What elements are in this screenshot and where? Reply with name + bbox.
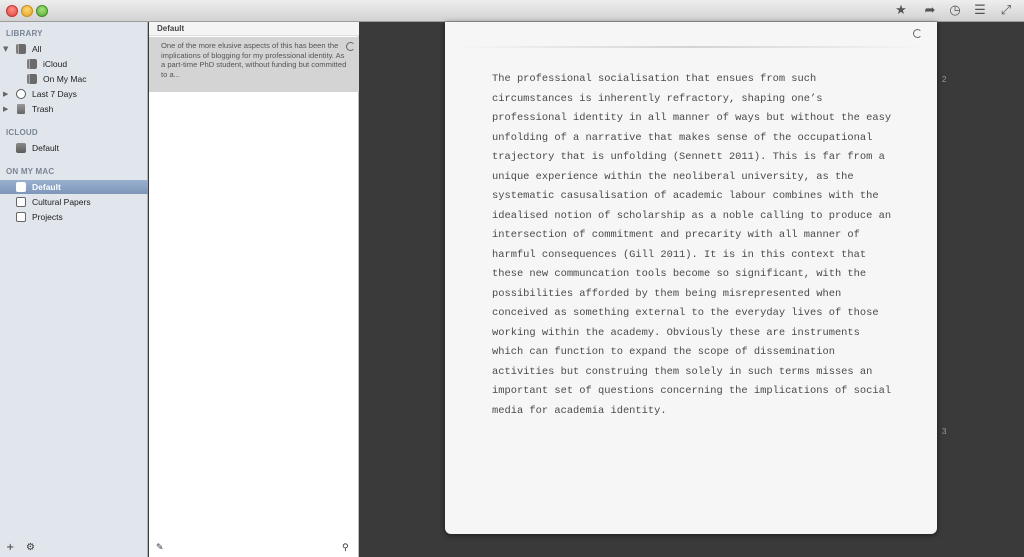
page-number: 2: [942, 75, 947, 84]
fullscreen-icon[interactable]: ⤢: [998, 3, 1014, 19]
sidebar-item-last-7-days[interactable]: ▶ Last 7 Days: [0, 87, 148, 101]
note-preview: One of the more elusive aspects of this …: [161, 41, 347, 79]
document-line: idealised notion of scholarship as a nob…: [492, 209, 892, 222]
document-line: harmful consequences (Gill 2011). It is …: [492, 248, 867, 261]
sidebar-item-label: Last 7 Days: [32, 89, 77, 99]
clock-icon: [16, 89, 26, 99]
add-button[interactable]: +: [6, 542, 14, 553]
sidebar-item-icloud[interactable]: iCloud: [0, 57, 148, 71]
document-body[interactable]: The professional socialisation that ensu…: [492, 70, 912, 421]
papers-icon: [16, 197, 26, 207]
sync-spinner-icon: [346, 42, 355, 51]
papers-icon: [16, 212, 26, 222]
document-line: unique experience within the neoliberal …: [492, 170, 854, 183]
document-line: trajectory that is unfolding (Sennett 20…: [492, 151, 885, 163]
sidebar-item-mac-default[interactable]: Default: [0, 180, 148, 194]
sidebar-item-label: Default: [32, 182, 61, 192]
close-window-button[interactable]: [6, 5, 18, 17]
document-line: possibilities afforded by them being mis…: [492, 287, 842, 300]
page-number: 3: [942, 427, 947, 436]
document-line: professional identity in all manner of w…: [492, 112, 892, 124]
book-icon: [27, 59, 37, 69]
document-line: systematic casusalisation of academic la…: [492, 190, 879, 202]
gear-icon[interactable]: ⚙: [26, 542, 35, 553]
sidebar-item-label: Trash: [32, 104, 54, 114]
document-line: working within the academy. Obviously th…: [492, 326, 860, 339]
document-line: unfolding of a narrative that makes sens…: [492, 131, 873, 144]
document-line: important set of questions concerning th…: [492, 385, 892, 397]
share-icon[interactable]: ➦: [922, 3, 938, 19]
library-icon: [16, 44, 26, 54]
sidebar-item-projects[interactable]: Projects: [0, 210, 148, 224]
note-list: Default One of the more elusive aspects …: [149, 22, 359, 557]
sidebar-item-trash[interactable]: ▶ Trash: [0, 102, 148, 116]
document-line: circumstances is inherently refractory, …: [492, 92, 823, 105]
disclosure-triangle-icon[interactable]: ▼: [3, 42, 8, 56]
history-icon[interactable]: ◷: [947, 3, 963, 19]
sidebar-item-all[interactable]: ▼ All: [0, 42, 148, 56]
sidebar-item-label: Cultural Papers: [32, 197, 91, 207]
document-line: media for academia identity.: [492, 404, 667, 417]
zoom-window-button[interactable]: [36, 5, 48, 17]
library-header: LIBRARY: [6, 29, 43, 38]
sync-spinner-icon: [913, 29, 922, 38]
sidebar-item-label: Default: [32, 143, 59, 153]
sidebar: LIBRARY ▼ All iCloud On My Mac ▶ Last 7 …: [0, 22, 148, 557]
document-line: conceived as something external to the e…: [492, 307, 879, 319]
list-icon[interactable]: ☰: [972, 3, 988, 19]
disclosure-triangle-icon[interactable]: ▶: [3, 87, 8, 101]
note-list-header: Default: [149, 22, 359, 36]
document-line: activities but construing them solely in…: [492, 365, 873, 378]
sidebar-item-on-my-mac[interactable]: On My Mac: [0, 72, 148, 86]
document-page[interactable]: The professional socialisation that ensu…: [445, 22, 937, 534]
box-icon: [16, 182, 26, 192]
window-titlebar: ★ ➦ ◷ ☰ ⤢: [0, 0, 1024, 22]
document-line: intersection of commitment and precarity…: [492, 229, 860, 241]
sidebar-item-label: Projects: [32, 212, 63, 222]
sidebar-item-label: On My Mac: [43, 74, 87, 84]
star-icon[interactable]: ★: [893, 3, 909, 19]
document-line: The professional socialisation that ensu…: [492, 73, 817, 85]
on-my-mac-header: ON MY MAC: [6, 167, 55, 176]
document-line: which can function to expand the scope o…: [492, 346, 835, 358]
box-icon: [16, 143, 26, 153]
page-divider: [453, 46, 929, 48]
sidebar-item-label: All: [32, 44, 42, 54]
new-note-icon[interactable]: ✎: [156, 543, 164, 553]
icloud-header: ICLOUD: [6, 128, 38, 137]
list-item[interactable]: One of the more elusive aspects of this …: [149, 37, 359, 92]
sidebar-item-cultural-papers[interactable]: Cultural Papers: [0, 195, 148, 209]
search-icon[interactable]: ⚲: [342, 543, 349, 553]
trash-icon: [17, 104, 25, 114]
book-icon: [27, 74, 37, 84]
document-line: these new communcation tools become so s…: [492, 268, 867, 280]
disclosure-triangle-icon[interactable]: ▶: [3, 102, 8, 116]
sidebar-item-icloud-default[interactable]: Default: [0, 141, 148, 155]
minimize-window-button[interactable]: [21, 5, 33, 17]
sidebar-item-label: iCloud: [43, 59, 68, 69]
